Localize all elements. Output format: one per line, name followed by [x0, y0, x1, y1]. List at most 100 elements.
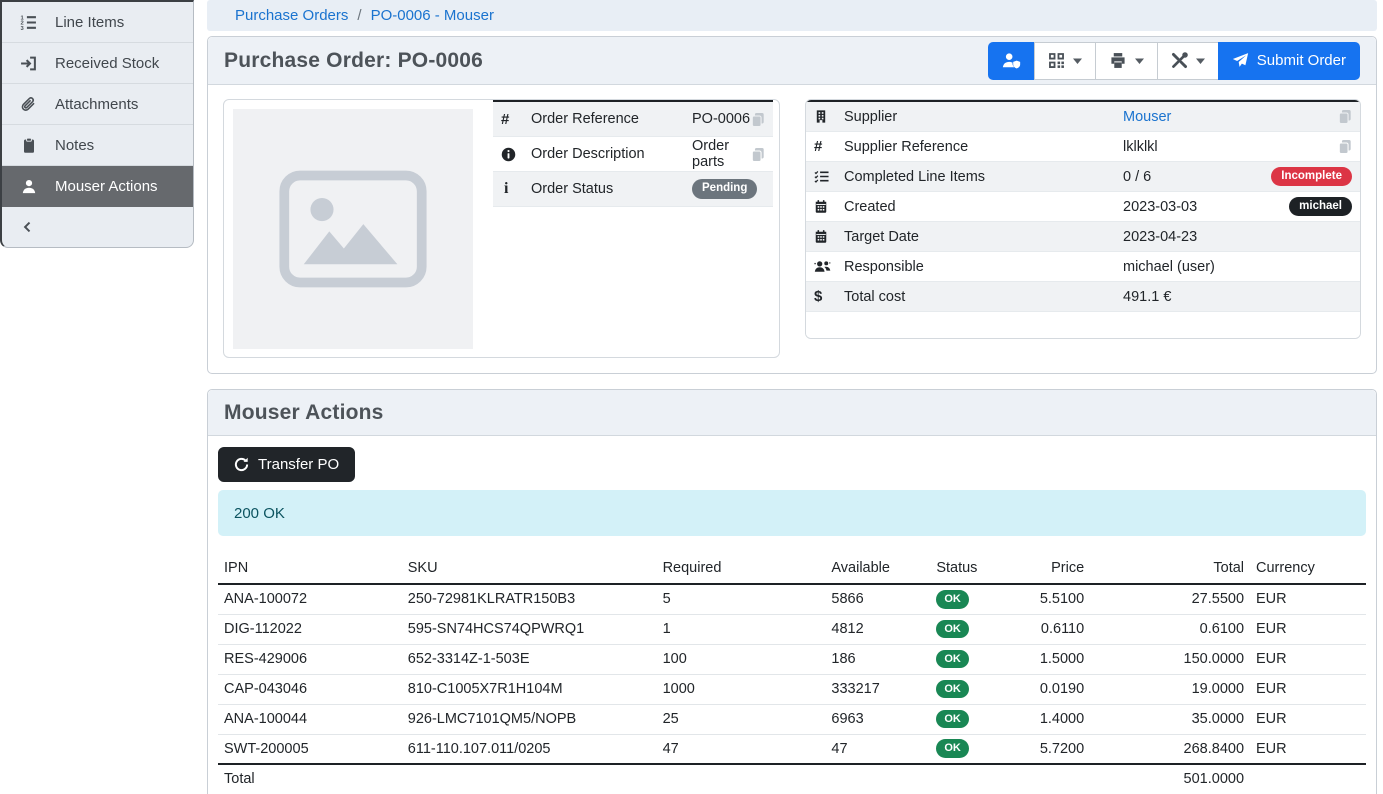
tools-icon	[1171, 52, 1188, 69]
response-alert: 200 OK	[218, 490, 1366, 536]
hash-icon: #	[501, 111, 531, 128]
barcode-actions-button[interactable]	[1034, 42, 1096, 80]
svg-text:3: 3	[21, 25, 25, 30]
ok-badge: OK	[936, 739, 969, 758]
cell-available: 5866	[825, 584, 930, 614]
cell-total: 27.5500	[1090, 584, 1250, 614]
cell-currency: EUR	[1250, 644, 1366, 674]
detail-value: 491.1 €	[1123, 289, 1352, 305]
cell-sku: 926-LMC7101QM5/NOPB	[402, 704, 657, 734]
admin-actions-button[interactable]	[988, 42, 1035, 80]
cell-ipn: SWT-200005	[218, 734, 402, 764]
paperclip-icon	[19, 95, 38, 114]
cell-ipn: DIG-112022	[218, 614, 402, 644]
clipboard-icon	[19, 136, 38, 155]
image-placeholder	[233, 109, 473, 349]
breadcrumb-separator: /	[357, 7, 361, 24]
cell-price: 0.6110	[1000, 614, 1090, 644]
cell-ipn: ANA-100044	[218, 704, 402, 734]
breadcrumb-link-current-order[interactable]: PO-0006 - Mouser	[371, 7, 494, 24]
cell-status: OK	[930, 584, 1000, 614]
copy-icon[interactable]	[751, 112, 765, 127]
user-shield-icon	[1002, 52, 1021, 69]
supplier-link[interactable]: Mouser	[1123, 109, 1171, 125]
sidebar-item-received-stock[interactable]: Received Stock	[2, 43, 193, 84]
table-row: ANA-100044 926-LMC7101QM5/NOPB 25 6963 O…	[218, 704, 1366, 734]
detail-label: Order Status	[531, 181, 692, 197]
incomplete-badge: Incomplete	[1271, 167, 1352, 186]
order-details-table: # Order Reference PO-0006 Order Descri	[493, 100, 773, 207]
order-image[interactable]	[224, 100, 482, 357]
user-badge: michael	[1289, 197, 1352, 216]
cell-available: 333217	[825, 674, 930, 704]
table-total-row: Total 501.0000	[218, 764, 1366, 794]
status-badge: Pending	[692, 179, 757, 198]
detail-label: Total cost	[844, 289, 1123, 305]
col-header-available: Available	[825, 553, 930, 584]
ok-badge: OK	[936, 680, 969, 699]
cell-required: 47	[657, 734, 826, 764]
detail-row-empty	[806, 312, 1360, 339]
detail-row-supplier: Supplier Mouser	[806, 102, 1360, 132]
detail-value: 2023-03-03	[1123, 199, 1289, 215]
purchase-order-panel-body: # Order Reference PO-0006 Order Descri	[208, 85, 1376, 373]
detail-row-completed-line-items: Completed Line Items 0 / 6 Incomplete	[806, 162, 1360, 192]
sidebar-item-notes[interactable]: Notes	[2, 125, 193, 166]
detail-value: lklklkl	[1123, 139, 1338, 155]
breadcrumb: Purchase Orders / PO-0006 - Mouser	[207, 0, 1377, 31]
qrcode-icon	[1048, 52, 1065, 69]
detail-label: Supplier	[844, 109, 1123, 125]
cell-available: 186	[825, 644, 930, 674]
cell-required: 1	[657, 614, 826, 644]
cell-total: 19.0000	[1090, 674, 1250, 704]
sidebar: 123 Line Items Received Stock Attachment…	[0, 0, 194, 248]
copy-icon[interactable]	[1338, 109, 1352, 124]
transfer-po-button[interactable]: Transfer PO	[218, 447, 355, 482]
sidebar-item-attachments[interactable]: Attachments	[2, 84, 193, 125]
copy-icon[interactable]	[751, 147, 765, 162]
detail-row-total-cost: $ Total cost 491.1 €	[806, 282, 1360, 312]
hash-icon: #	[814, 138, 844, 155]
cell-ipn: ANA-100072	[218, 584, 402, 614]
sidebar-item-label: Mouser Actions	[55, 178, 158, 195]
copy-icon[interactable]	[1338, 139, 1352, 154]
order-details-card: # Order Reference PO-0006 Order Descri	[223, 99, 780, 358]
paper-plane-icon	[1232, 52, 1249, 69]
print-actions-button[interactable]	[1095, 42, 1158, 80]
cell-price: 1.5000	[1000, 644, 1090, 674]
detail-row-target-date: Target Date 2023-04-23	[806, 222, 1360, 252]
dollar-icon: $	[814, 288, 844, 305]
cell-currency: EUR	[1250, 704, 1366, 734]
mouser-actions-body: Transfer PO 200 OK IPN SKU Required Avai…	[208, 436, 1376, 794]
mouser-actions-title: Mouser Actions	[224, 401, 384, 425]
detail-label: Target Date	[844, 229, 1123, 245]
cell-required: 5	[657, 584, 826, 614]
cell-status: OK	[930, 734, 1000, 764]
caret-down-icon	[1135, 58, 1144, 64]
user-icon	[19, 177, 38, 196]
breadcrumb-link-purchase-orders[interactable]: Purchase Orders	[235, 7, 348, 24]
sidebar-item-line-items[interactable]: 123 Line Items	[2, 2, 193, 43]
cell-price: 0.0190	[1000, 674, 1090, 704]
cell-required: 1000	[657, 674, 826, 704]
detail-value: michael (user)	[1123, 259, 1352, 275]
sidebar-item-label: Notes	[55, 137, 94, 154]
order-options-button[interactable]	[1157, 42, 1219, 80]
submit-order-button[interactable]: Submit Order	[1218, 42, 1360, 80]
ok-badge: OK	[936, 650, 969, 669]
detail-label: Supplier Reference	[844, 139, 1123, 155]
col-header-sku: SKU	[402, 553, 657, 584]
users-icon	[814, 259, 844, 274]
supplier-details-table: Supplier Mouser # Supplier Reference lkl…	[806, 100, 1360, 339]
sidebar-collapse-button[interactable]	[2, 207, 193, 247]
cell-total: 0.6100	[1090, 614, 1250, 644]
detail-row-order-description: Order Description Order parts	[493, 137, 773, 172]
info-icon: i	[501, 180, 531, 198]
detail-label: Created	[844, 199, 1123, 215]
total-label: Total	[218, 764, 402, 794]
printer-icon	[1109, 52, 1127, 69]
detail-row-created: Created 2023-03-03 michael	[806, 192, 1360, 222]
ok-badge: OK	[936, 590, 969, 609]
cell-sku: 611-110.107.011/0205	[402, 734, 657, 764]
sidebar-item-mouser-actions[interactable]: Mouser Actions	[2, 166, 193, 207]
